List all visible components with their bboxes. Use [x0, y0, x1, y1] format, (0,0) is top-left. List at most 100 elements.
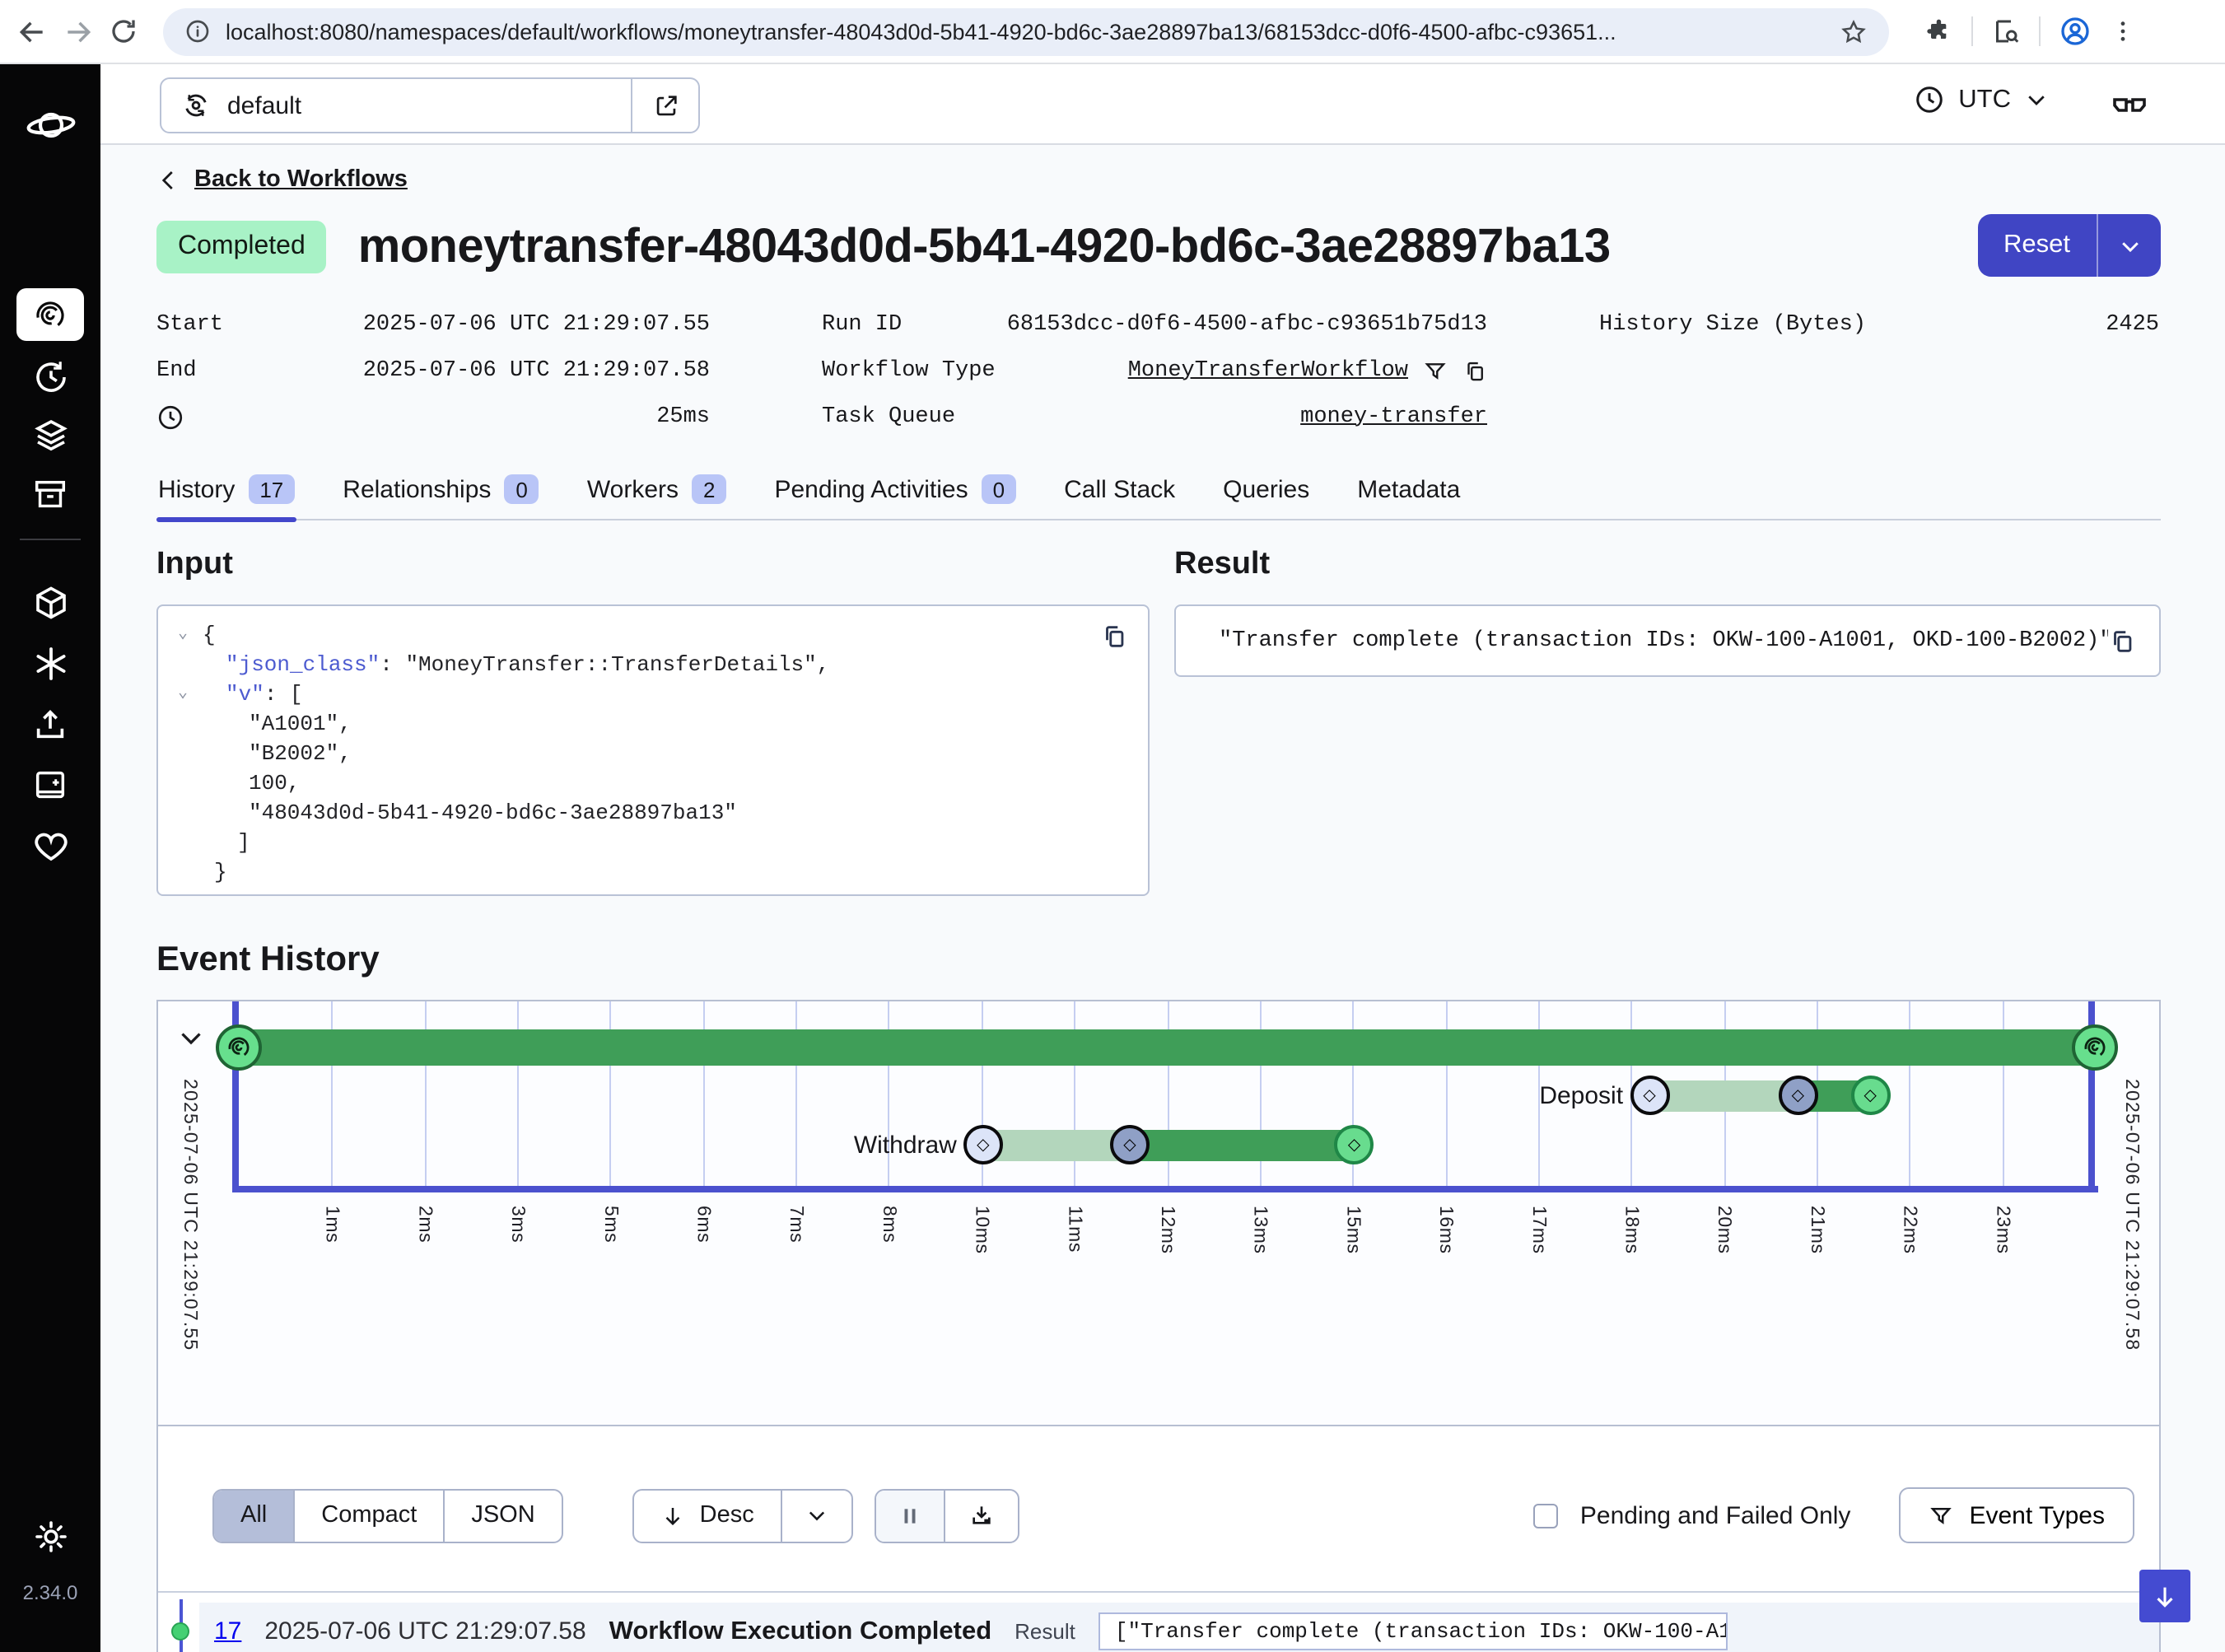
filter-icon[interactable]	[1423, 358, 1448, 383]
sidebar-item-schedules[interactable]	[0, 357, 100, 397]
event-types-button[interactable]: Event Types	[1898, 1487, 2134, 1543]
sidebar-item-feedback[interactable]	[0, 827, 100, 866]
tab-queries[interactable]: Queries	[1221, 464, 1311, 519]
copy-icon[interactable]	[2108, 627, 2136, 655]
menu-dots-icon[interactable]	[2110, 18, 2136, 44]
tab-pending-activities[interactable]: Pending Activities0	[772, 464, 1018, 519]
tick-label: 21ms	[1807, 1206, 1826, 1254]
profile-icon[interactable]	[2059, 15, 2092, 48]
chevron-down-icon	[2024, 87, 2049, 112]
sidebar-item-deployments[interactable]	[0, 583, 100, 623]
copy-icon[interactable]	[1100, 623, 1128, 651]
reload-icon[interactable]	[109, 16, 138, 46]
address-bar[interactable]: localhost:8080/namespaces/default/workfl…	[163, 7, 1889, 55]
namespace-selector[interactable]: default	[160, 77, 700, 133]
withdraw-scheduled-marker[interactable]: ◇	[963, 1125, 1003, 1164]
withdraw-completed-marker[interactable]: ◇	[1335, 1125, 1374, 1164]
workflow-end-marker[interactable]	[2072, 1024, 2118, 1071]
tick-label: 17ms	[1528, 1206, 1548, 1254]
timeline-bottom-axis	[232, 1186, 2098, 1192]
reset-button[interactable]: Reset	[1977, 214, 2097, 277]
sort-desc-button[interactable]: Desc	[634, 1490, 782, 1541]
timezone-selector[interactable]: UTC	[1914, 84, 2049, 115]
tab-count: 0	[504, 474, 539, 504]
deposit-scheduled-bar[interactable]	[1649, 1080, 1798, 1112]
task-queue-link[interactable]: money-transfer	[1300, 404, 1487, 429]
deposit-activity-label: Deposit	[1539, 1082, 1623, 1110]
forward-icon[interactable]	[63, 16, 94, 47]
tick-label: 18ms	[1621, 1206, 1641, 1254]
browser-chrome: localhost:8080/namespaces/default/workfl…	[0, 0, 2225, 64]
pause-button[interactable]	[876, 1490, 945, 1541]
bookmark-star-icon[interactable]	[1840, 17, 1868, 45]
deposit-completed-marker[interactable]: ◇	[1850, 1076, 1890, 1115]
event-row[interactable]: 17 2025-07-06 UTC 21:29:07.58 Workflow E…	[199, 1603, 2159, 1652]
withdraw-started-marker[interactable]: ◇	[1110, 1125, 1150, 1164]
tab-call-stack[interactable]: Call Stack	[1062, 464, 1177, 519]
view-all-button[interactable]: All	[214, 1490, 295, 1541]
temporal-logo-icon[interactable]	[0, 100, 100, 150]
withdraw-scheduled-bar[interactable]	[983, 1130, 1130, 1161]
view-compact-button[interactable]: Compact	[295, 1490, 445, 1541]
tab-label: Queries	[1223, 475, 1309, 503]
collapse-chevron-icon[interactable]: ⌄	[178, 680, 203, 710]
screen: localhost:8080/namespaces/default/workfl…	[0, 0, 2225, 1652]
filter-cluster: Pending and Failed Only Event Types	[1534, 1487, 2134, 1543]
sidebar-item-docs[interactable]	[0, 766, 100, 804]
tick-label: 13ms	[1250, 1206, 1270, 1254]
workflow-type-label: Workflow Type	[822, 358, 996, 383]
deposit-scheduled-marker[interactable]: ◇	[1630, 1076, 1669, 1115]
tab-history[interactable]: History17	[156, 464, 296, 519]
back-to-workflows-link[interactable]: Back to Workflows	[194, 166, 408, 193]
copy-icon[interactable]	[1462, 358, 1487, 383]
download-button[interactable]	[945, 1490, 1018, 1541]
pending-failed-label: Pending and Failed Only	[1580, 1501, 1851, 1529]
site-info-icon[interactable]	[184, 18, 211, 44]
json-array-item: 100,	[203, 769, 300, 799]
back-icon[interactable]	[16, 16, 48, 47]
tab-label: Metadata	[1357, 475, 1460, 503]
sort-options-caret[interactable]	[782, 1490, 851, 1541]
pending-failed-checkbox[interactable]	[1534, 1503, 1559, 1528]
namespace-select[interactable]: default	[160, 77, 632, 133]
reset-split-button[interactable]: Reset	[1977, 214, 2161, 277]
sidebar-item-archival[interactable]	[0, 476, 100, 514]
arrow-down-icon	[660, 1503, 685, 1528]
tab-search-icon[interactable]	[1991, 16, 2021, 46]
start-value: 2025-07-06 UTC 21:29:07.55	[363, 312, 710, 337]
collapse-chevron-icon[interactable]: ⌄	[178, 621, 203, 651]
event-id-link[interactable]: 17	[214, 1617, 241, 1645]
reset-caret-button[interactable]	[2098, 214, 2161, 277]
sidebar-item-nexus[interactable]	[0, 644, 100, 684]
scroll-to-bottom-button[interactable]	[2139, 1570, 2190, 1622]
workflow-start-marker[interactable]	[216, 1024, 262, 1071]
sidebar-item-workflows[interactable]	[16, 288, 84, 341]
sidebar-item-batch-operations[interactable]	[0, 415, 100, 455]
labs-glasses-icon[interactable]	[2110, 86, 2149, 125]
withdraw-running-bar[interactable]	[1130, 1130, 1355, 1161]
sidebar-divider	[20, 539, 81, 540]
tick-label: 22ms	[1900, 1206, 1919, 1254]
json-token: {	[203, 621, 216, 651]
result-value: "Transfer complete (transaction IDs: OKW…	[1219, 628, 2108, 653]
timeline-collapse-icon[interactable]	[176, 1023, 206, 1052]
clock-icon	[1914, 84, 1945, 115]
tab-workers[interactable]: Workers2	[585, 464, 729, 519]
deposit-started-marker[interactable]: ◇	[1778, 1076, 1817, 1115]
extensions-icon[interactable]	[1924, 16, 1953, 46]
history-size-value: 2425	[2106, 312, 2159, 337]
theme-toggle-icon[interactable]	[0, 1517, 100, 1556]
workflow-span-bar[interactable]	[239, 1029, 2095, 1066]
tab-relationships[interactable]: Relationships0	[341, 464, 541, 519]
view-json-button[interactable]: JSON	[445, 1490, 561, 1541]
input-result-section: Input ⌄{ "json_class": "MoneyTransfer::T…	[156, 547, 2161, 896]
tick-label: 5ms	[600, 1206, 620, 1243]
json-token: ]	[203, 828, 250, 858]
sidebar-item-import-export[interactable]	[0, 705, 100, 743]
playback-group	[875, 1488, 1019, 1542]
url-text[interactable]: localhost:8080/namespaces/default/workfl…	[226, 19, 1825, 44]
sort-label: Desc	[700, 1502, 754, 1528]
namespace-open-button[interactable]	[632, 77, 700, 133]
workflow-type-link[interactable]: MoneyTransferWorkflow	[1128, 358, 1408, 383]
tab-metadata[interactable]: Metadata	[1355, 464, 1462, 519]
